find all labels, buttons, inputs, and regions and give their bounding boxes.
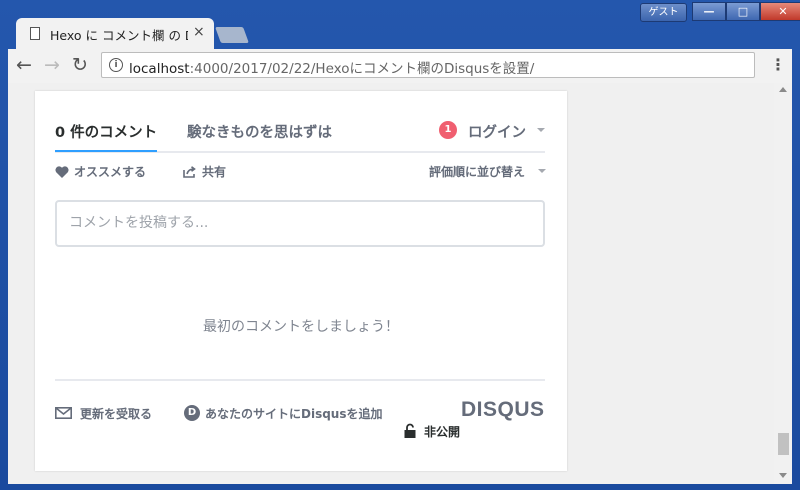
heart-icon: [55, 166, 69, 178]
url-text[interactable]: localhost:4000/2017/02/22/Hexoにコメント欄のDis…: [129, 57, 534, 77]
subscribe-label: 更新を受取る: [80, 407, 153, 421]
thread-actions: オススメする 共有 評価順に並び替え: [55, 163, 546, 183]
tab-community[interactable]: 験なきものを思はずは: [187, 121, 332, 142]
lock-icon: [404, 423, 416, 438]
login-menu[interactable]: ログイン: [468, 121, 526, 142]
url-path: :4000/2017/02/22/Hexoにコメント欄のDisqusを設置/: [189, 61, 535, 77]
empty-thread-message: 最初のコメントをしましょう！: [203, 319, 399, 335]
info-icon[interactable]: i: [109, 58, 123, 72]
new-tab-button[interactable]: [215, 27, 249, 43]
close-window-button[interactable]: ✕: [760, 2, 800, 21]
vertical-scrollbar[interactable]: [774, 83, 792, 484]
back-button[interactable]: ←: [16, 54, 32, 76]
scroll-down-icon[interactable]: [779, 473, 787, 478]
browser-window: ゲスト — □ ✕ Hexo に コメント欄 の Disqus × ← → ↻ …: [0, 0, 800, 490]
disqus-tabs: 0 件のコメント 験なきものを思はずは 1 ログイン: [55, 121, 545, 153]
address-bar[interactable]: i localhost:4000/2017/02/22/Hexoにコメント欄のD…: [101, 52, 755, 78]
disqus-thread: 0 件のコメント 験なきものを思はずは 1 ログイン オススメする 共有 評価順…: [35, 91, 567, 471]
disqus-logo[interactable]: DISQUS: [461, 398, 545, 422]
url-host: localhost: [129, 61, 190, 77]
minimize-button[interactable]: —: [692, 2, 726, 21]
browser-menu-button[interactable]: ⋮: [770, 55, 786, 74]
browser-toolbar: ← → ↻ i localhost:4000/2017/02/22/Hexoにコ…: [8, 49, 792, 83]
window-controls: — □ ✕: [692, 2, 800, 21]
browser-tab-active[interactable]: Hexo に コメント欄 の Disqus ×: [16, 18, 214, 50]
chevron-down-icon[interactable]: [538, 169, 546, 173]
footer-divider: [55, 379, 545, 381]
scrollbar-thumb[interactable]: [778, 433, 789, 455]
maximize-button[interactable]: □: [726, 2, 760, 21]
add-disqus-label: あなたのサイトにDisqusを追加: [205, 407, 383, 421]
tab-title: Hexo に コメント欄 の Disqus: [50, 28, 188, 43]
disqus-footer: 更新を受取る D あなたのサイトにDisqusを追加 非公開 DISQUS: [55, 398, 545, 445]
tab-comment-count[interactable]: 0 件のコメント: [55, 121, 158, 152]
notification-badge[interactable]: 1: [439, 121, 457, 139]
comment-input-box[interactable]: [55, 200, 545, 247]
disqus-d-icon: D: [184, 405, 200, 421]
recommend-label: オススメする: [74, 165, 147, 179]
share-icon: [183, 166, 196, 178]
share-label: 共有: [202, 165, 227, 179]
comment-input[interactable]: [67, 214, 531, 232]
tab-close-icon[interactable]: ×: [193, 24, 205, 40]
window-bottom-border: [0, 484, 800, 490]
privacy-label: 非公開: [424, 425, 461, 439]
scroll-up-icon[interactable]: [779, 87, 787, 92]
forward-button[interactable]: →: [44, 54, 60, 76]
reload-button[interactable]: ↻: [72, 54, 88, 76]
chevron-down-icon[interactable]: [537, 128, 545, 132]
page-viewport: 0 件のコメント 験なきものを思はずは 1 ログイン オススメする 共有 評価順…: [8, 83, 792, 484]
guest-profile-button[interactable]: ゲスト: [640, 3, 687, 22]
sort-dropdown[interactable]: 評価順に並び替え: [429, 163, 525, 180]
page-icon: [30, 27, 40, 40]
envelope-icon: [55, 407, 72, 419]
